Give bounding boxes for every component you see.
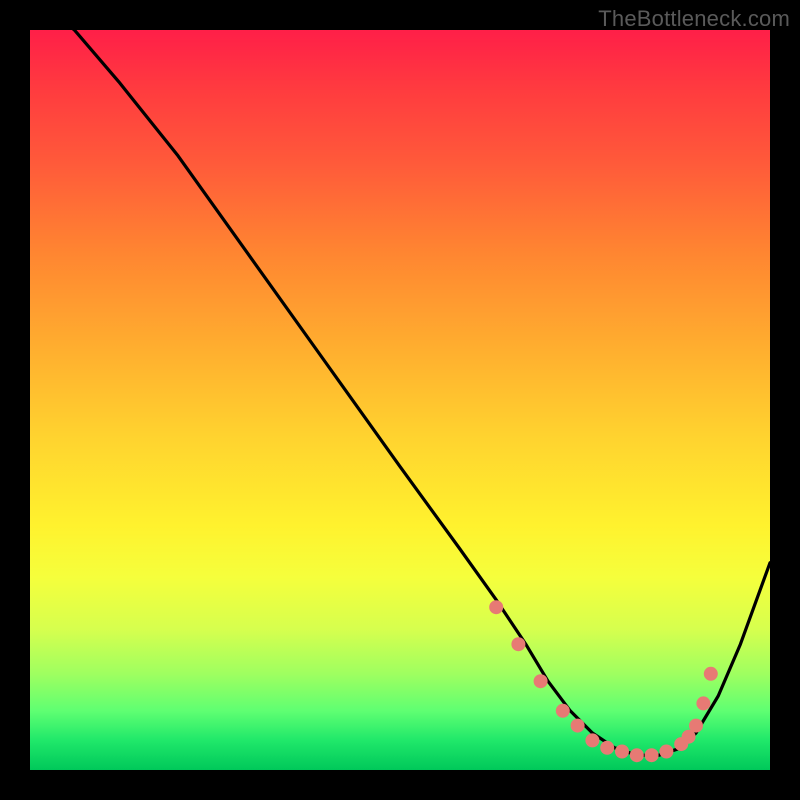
chart-svg xyxy=(30,30,770,770)
marker-dot xyxy=(645,748,659,762)
marker-dot xyxy=(659,745,673,759)
marker-dot xyxy=(534,674,548,688)
marker-dot xyxy=(489,600,503,614)
chart-frame: TheBottleneck.com xyxy=(0,0,800,800)
plot-area xyxy=(30,30,770,770)
curve-line xyxy=(30,30,770,755)
watermark-text: TheBottleneck.com xyxy=(598,6,790,32)
marker-dot xyxy=(556,704,570,718)
marker-dot xyxy=(600,741,614,755)
marker-dots xyxy=(489,600,718,762)
marker-dot xyxy=(704,667,718,681)
marker-dot xyxy=(615,745,629,759)
marker-dot xyxy=(511,637,525,651)
marker-dot xyxy=(689,719,703,733)
marker-dot xyxy=(585,733,599,747)
marker-dot xyxy=(696,696,710,710)
marker-dot xyxy=(630,748,644,762)
marker-dot xyxy=(571,719,585,733)
